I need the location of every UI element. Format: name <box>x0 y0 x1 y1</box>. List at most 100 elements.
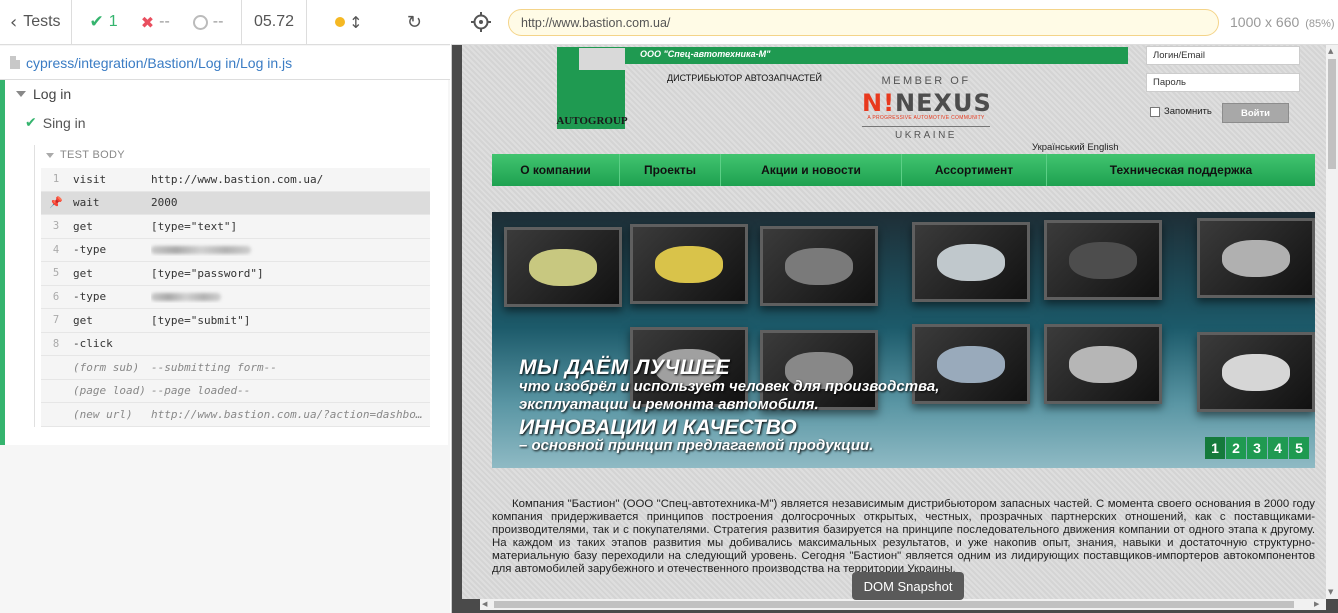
failed-stat: ✖ -- <box>141 13 170 32</box>
vertical-scrollbar[interactable]: ▲ ▼ <box>1326 45 1338 599</box>
rerun-icon[interactable]: ↻ <box>407 12 422 33</box>
command-message: [type="password"] <box>151 266 264 280</box>
remember-me[interactable]: Запомнить <box>1150 106 1212 117</box>
command-row[interactable]: 5 get [type="password"] <box>41 262 430 286</box>
nexus-logo[interactable]: MEMBER OF N!NEXUS A PROGRESSIVE AUTOMOTI… <box>862 75 992 141</box>
banner-pager: 1 2 3 4 5 <box>1205 437 1309 459</box>
passed-count: 1 <box>108 13 118 30</box>
run-duration: 05.72 <box>242 0 307 44</box>
runner-controls: ↕ ↻ <box>307 0 450 44</box>
suite-title-row[interactable]: Log in <box>16 86 71 102</box>
command-number: 4 <box>52 243 60 256</box>
product-frame <box>912 222 1030 302</box>
x-icon: ✖ <box>140 12 155 32</box>
test-stats: ✔ 1 ✖ -- -- <box>72 0 242 44</box>
command-message: 2000 <box>151 196 178 210</box>
command-row[interactable]: 4 -type <box>41 238 430 262</box>
spec-file-bar: cypress/integration/Bastion/Log in/Log i… <box>0 46 450 80</box>
event-name: (page load) <box>73 384 146 398</box>
command-number: 8 <box>52 337 60 350</box>
command-row[interactable]: 8 -click <box>41 332 430 356</box>
event-row[interactable]: (form sub) --submitting form-- <box>41 356 430 380</box>
event-row[interactable]: (new url) http://www.bastion.com.ua/?act… <box>41 403 430 427</box>
remember-checkbox[interactable] <box>1150 106 1160 117</box>
aut-url-field[interactable]: http://www.bastion.com.ua/ <box>508 9 1219 36</box>
language-switcher[interactable]: Український English <box>1032 142 1118 153</box>
distributor-tagline: ДИСТРИБЬЮТОР АВТОЗАПЧАСТЕЙ <box>667 73 823 83</box>
event-message: http://www.bastion.com.ua/?action=dashbo… <box>151 407 430 421</box>
failed-count: -- <box>159 13 170 30</box>
auto-scroll-toggle[interactable]: ↕ <box>335 13 363 32</box>
command-message-blurred <box>151 243 430 256</box>
command-message: [type="text"] <box>151 219 238 233</box>
scroll-thumb[interactable] <box>494 601 1294 608</box>
pending-count: -- <box>212 13 224 30</box>
command-row[interactable]: 3 get [type="text"] <box>41 215 430 239</box>
slide-button[interactable]: 2 <box>1226 437 1246 459</box>
event-message: --submitting form-- <box>151 360 277 374</box>
scroll-down-arrow-icon[interactable]: ▼ <box>1328 588 1333 596</box>
banner-subline-1: что изобрёл и использует человек для про… <box>519 378 940 413</box>
caret-down-icon <box>46 152 54 158</box>
password-input[interactable]: Пароль <box>1146 73 1300 92</box>
nav-assortment[interactable]: Ассортимент <box>902 154 1047 186</box>
remember-label: Запомнить <box>1164 106 1212 117</box>
check-icon: ✔ <box>89 12 104 32</box>
viewport-size-info: 1000 x 660 (85%) <box>1230 14 1335 30</box>
scroll-up-arrow-icon[interactable]: ▲ <box>1328 47 1333 55</box>
caret-down-icon <box>16 91 26 97</box>
command-name: -click <box>73 337 113 351</box>
command-row[interactable]: 1 visit http://www.bastion.com.ua/ <box>41 168 430 192</box>
command-name: wait <box>73 196 100 210</box>
banner-headline-1: МЫ ДАЁМ ЛУЧШЕЕ <box>519 356 731 379</box>
suite-title: Log in <box>33 86 72 102</box>
nexus-wordmark: N!NEXUS <box>862 89 992 117</box>
command-row[interactable]: 7 get [type="submit"] <box>41 309 430 333</box>
nexus-tagline: A PROGRESSIVE AUTOMOTIVE COMMUNITY <box>867 115 985 121</box>
command-row[interactable]: 6 -type <box>41 285 430 309</box>
slide-button[interactable]: 4 <box>1268 437 1288 459</box>
nexus-country: UKRAINE <box>862 126 990 141</box>
event-row[interactable]: (page load) --page loaded-- <box>41 379 430 403</box>
command-name: get <box>73 266 93 280</box>
nav-promotions[interactable]: Акции и новости <box>721 154 902 186</box>
slide-button[interactable]: 5 <box>1289 437 1309 459</box>
nav-support[interactable]: Техническая поддержка <box>1047 154 1315 186</box>
selector-playground-icon[interactable] <box>471 12 491 32</box>
product-frame <box>1197 332 1315 412</box>
test-title: Sing in <box>42 115 86 131</box>
command-number: 6 <box>52 290 60 303</box>
scroll-left-arrow-icon[interactable]: ◀ <box>482 600 487 608</box>
main-navigation: О компании Проекты Акции и новости Ассор… <box>492 154 1315 186</box>
nav-about[interactable]: О компании <box>492 154 620 186</box>
product-frame <box>1197 218 1315 298</box>
scroll-thumb[interactable] <box>1328 59 1336 169</box>
command-number: 5 <box>52 267 60 280</box>
command-message: http://www.bastion.com.ua/ <box>151 172 324 186</box>
login-submit-button[interactable]: Войти <box>1222 103 1289 123</box>
test-body-toggle[interactable]: TEST BODY <box>46 149 125 161</box>
spec-path-link[interactable]: cypress/integration/Bastion/Log in/Log i… <box>26 55 292 71</box>
slide-button[interactable]: 3 <box>1247 437 1267 459</box>
scroll-right-arrow-icon[interactable]: ▶ <box>1314 600 1319 608</box>
redacted-value <box>151 293 221 302</box>
reporter-panel: ‹ Tests ✔ 1 ✖ -- -- 05.72 ↕ ↻ cypress/in… <box>0 0 450 613</box>
slide-button[interactable]: 1 <box>1205 437 1225 459</box>
command-log: 1 visit http://www.bastion.com.ua/ 📌 wai… <box>41 168 430 427</box>
command-name: get <box>73 219 93 233</box>
tests-back-button[interactable]: ‹ Tests <box>0 0 72 44</box>
command-message: [type="submit"] <box>151 313 251 327</box>
horizontal-scrollbar[interactable]: ◀ ▶ <box>480 599 1326 610</box>
login-email-input[interactable]: Логин/Email <box>1146 46 1300 65</box>
pin-icon: 📌 <box>49 196 63 210</box>
company-name: ООО "Спец-автотехника-М" <box>640 49 771 59</box>
event-name: (form sub) <box>73 360 140 374</box>
about-paragraph: Компания "Бастион" (ООО "Спец-автотехник… <box>492 498 1315 575</box>
command-number: 3 <box>52 220 60 233</box>
nav-projects[interactable]: Проекты <box>620 154 721 186</box>
nexus-member-of: MEMBER OF <box>881 75 971 87</box>
command-row-pinned[interactable]: 📌 wait 2000 <box>41 191 430 215</box>
logo-shape <box>579 48 625 70</box>
dom-snapshot-badge: DOM Snapshot <box>852 572 964 600</box>
test-title-row[interactable]: ✔ Sing in <box>25 115 86 131</box>
